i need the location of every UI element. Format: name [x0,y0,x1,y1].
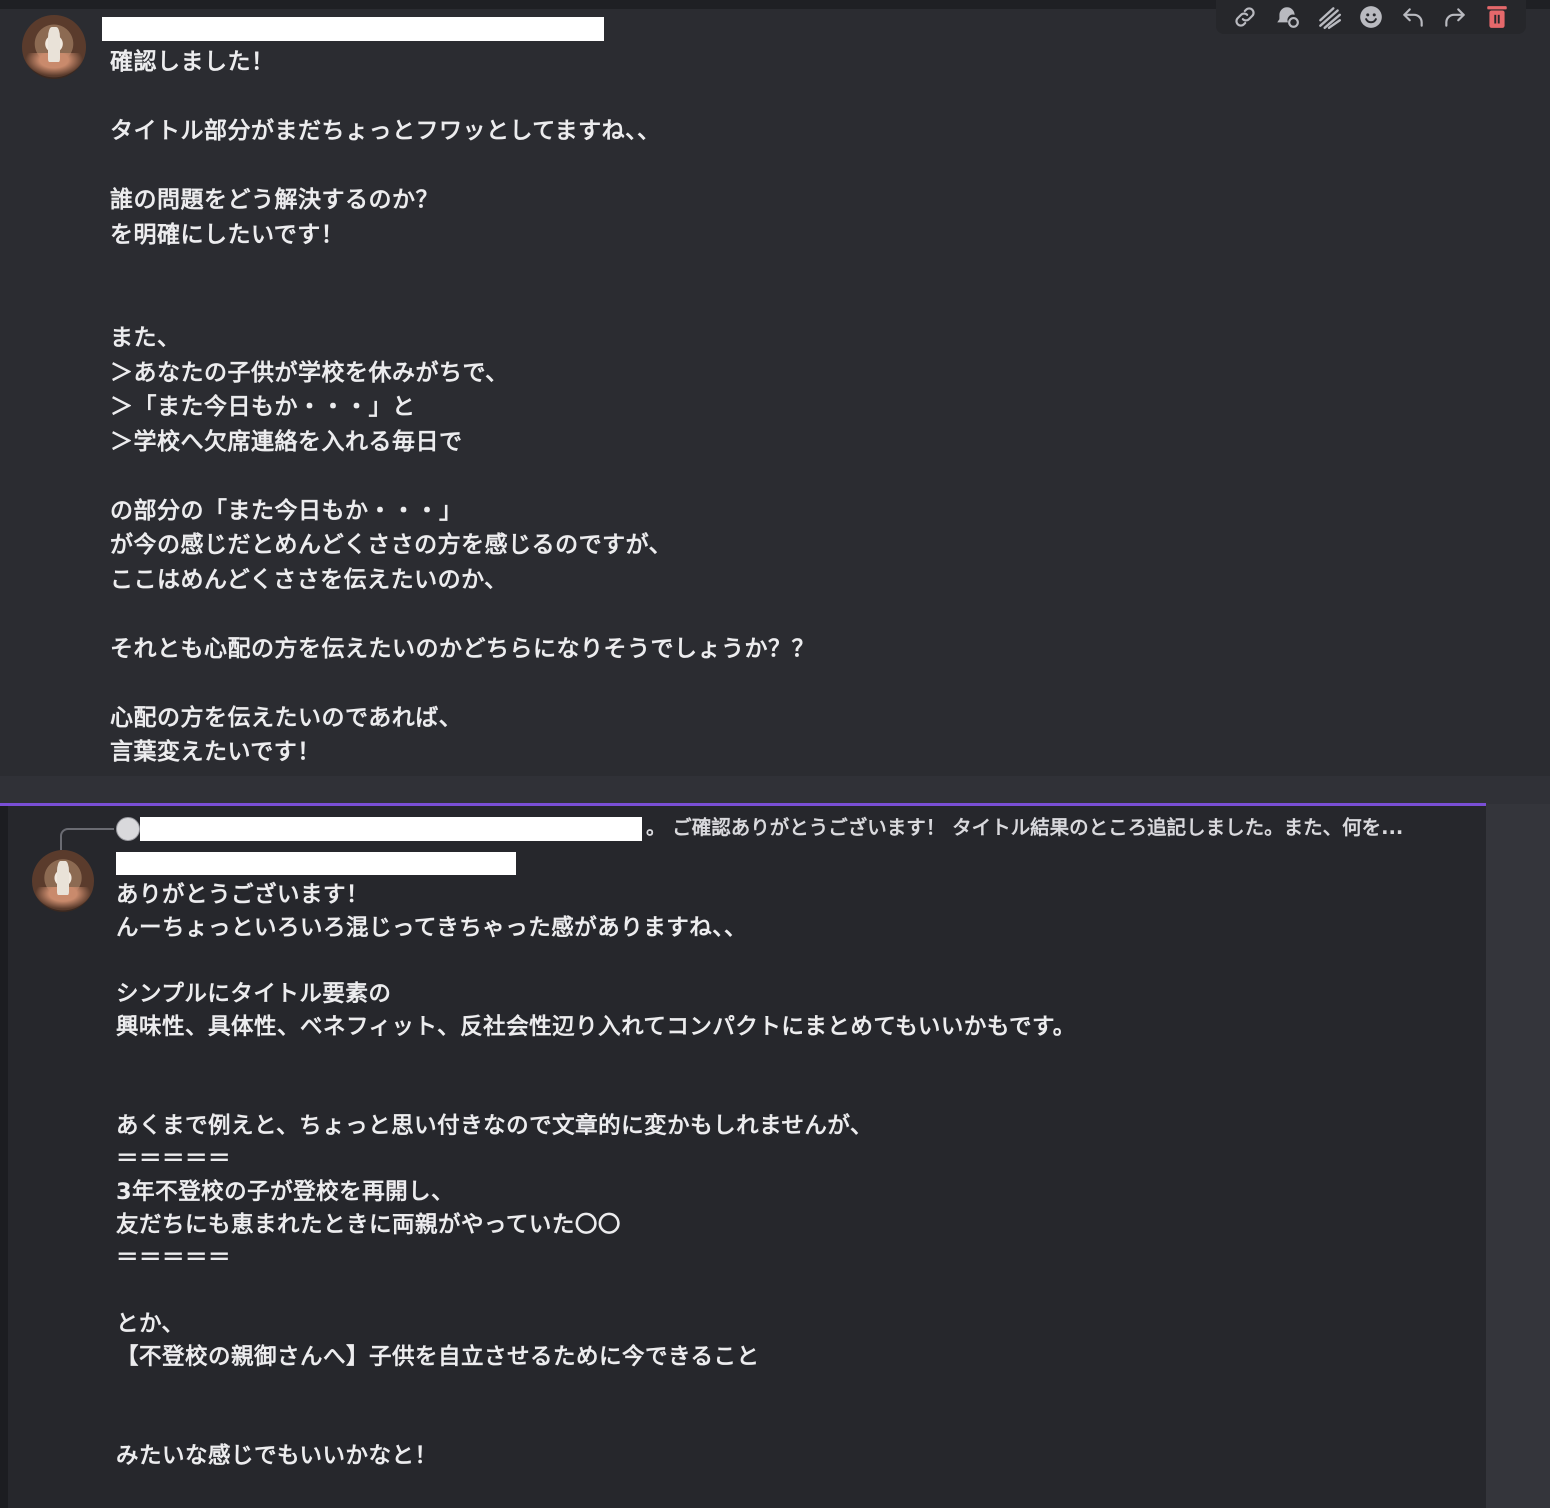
thread-icon[interactable] [1272,2,1302,32]
forward-icon[interactable] [1440,2,1470,32]
reply-connector [60,828,114,850]
link-icon[interactable] [1230,2,1260,32]
message-divider [0,776,1550,804]
reply-preview[interactable]: 。 ご確認ありがとうございます！ タイトル結果のところ追記しました。また、何を.… [646,815,1403,841]
left-edge [0,806,8,1508]
right-edge [1486,804,1550,1508]
redacted-username [102,17,604,41]
message-body: ありがとうございます！ んーちょっといろいろ混じってきちゃった感がありますね、、… [116,882,1076,1469]
message-body: 確認しました！ タイトル部分がまだちょっとフワッとしてますね、、 誰の問題をどう… [110,49,815,765]
redacted-reply-author [140,817,642,841]
delete-icon[interactable] [1482,2,1512,32]
avatar[interactable] [22,15,86,79]
message-action-toolbar [1216,0,1526,34]
avatar[interactable] [32,850,94,912]
mark-icon[interactable] [1314,2,1344,32]
reply-avatar[interactable] [116,817,140,841]
emoji-icon[interactable] [1356,2,1386,32]
redacted-username [116,852,516,875]
reply-icon[interactable] [1398,2,1428,32]
